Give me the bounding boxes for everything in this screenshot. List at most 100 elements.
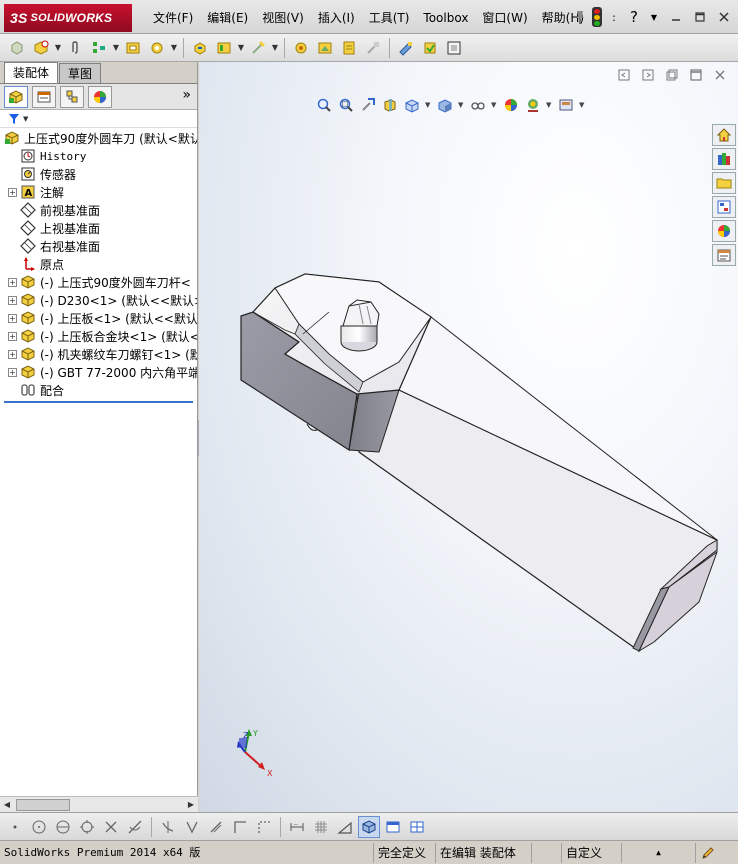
tree-item[interactable]: + (-) 上压式90度外圆车刀杆< (0, 273, 197, 291)
assembly-features-dropdown-icon[interactable]: ▼ (271, 43, 279, 52)
new-component-icon[interactable] (6, 37, 28, 59)
tree-item[interactable]: + (-) 上压板<1> (默认<<默认> (0, 309, 197, 327)
top-view-icon[interactable] (382, 816, 404, 838)
filter-icon[interactable] (8, 113, 22, 125)
instant3d-icon[interactable] (443, 37, 465, 59)
linear-pattern-icon[interactable] (122, 37, 144, 59)
assembly-features-icon[interactable] (247, 37, 269, 59)
tree-item[interactable]: +配合 (0, 381, 197, 399)
minimize-icon[interactable] (666, 8, 686, 26)
property-manager-icon[interactable] (32, 85, 56, 108)
tree-item[interactable]: +传感器 (0, 165, 197, 183)
help-icon[interactable]: ? (626, 8, 642, 26)
midpoint-icon[interactable] (205, 816, 227, 838)
menu-view[interactable]: 视图(V) (255, 0, 311, 34)
menu-tools[interactable]: 工具(T) (362, 0, 417, 34)
tree-item[interactable]: + (-) 机夹螺纹车刀螺钉<1> (默 (0, 345, 197, 363)
tree-horizontal-scrollbar[interactable]: ◀ ▶ (0, 796, 198, 812)
restore-icon[interactable] (690, 8, 710, 26)
plane-icon (20, 220, 36, 236)
show-hidden-dropdown-icon[interactable]: ▼ (237, 43, 245, 52)
scroll-right-icon[interactable]: ▶ (184, 798, 198, 812)
perpendicular-icon[interactable] (157, 816, 179, 838)
tree-item[interactable]: + (-) GBT 77-2000 内六角平端 (0, 363, 197, 381)
bill-of-materials-icon[interactable] (338, 37, 360, 59)
feature-manager-tree-icon[interactable] (4, 85, 28, 108)
more-tabs-button[interactable]: » (182, 87, 191, 103)
colon-dropdown-icon[interactable]: : (606, 9, 622, 25)
menu-file[interactable]: 文件(F) (146, 0, 200, 34)
tree-item[interactable]: +上视基准面 (0, 219, 197, 237)
tree-item[interactable]: + (-) 上压板合金块<1> (默认< (0, 327, 197, 345)
tree-item[interactable]: + A 注解 (0, 183, 197, 201)
tree-item[interactable]: + (-) D230<1> (默认<<默认>_显 (0, 291, 197, 309)
mate-toolbar-icon[interactable] (88, 37, 110, 59)
pin-icon[interactable] (572, 9, 588, 25)
close-icon[interactable] (714, 8, 734, 26)
circle-center-icon[interactable] (28, 816, 50, 838)
new-motion-study-icon[interactable] (314, 37, 336, 59)
scroll-left-icon[interactable]: ◀ (0, 798, 14, 812)
tree-item[interactable]: +右视基准面 (0, 237, 197, 255)
grid-icon[interactable] (310, 816, 332, 838)
mate-icon (20, 382, 36, 398)
point-icon[interactable] (4, 816, 26, 838)
fasteners-dropdown-icon[interactable]: ▼ (170, 43, 178, 52)
menu-insert[interactable]: 插入(I) (311, 0, 362, 34)
scroll-thumb[interactable] (16, 798, 70, 811)
ds-logo-mark: 3S (10, 10, 28, 26)
tree-item[interactable]: +History (0, 147, 197, 165)
status-pencil-icon[interactable] (696, 843, 734, 863)
tree-root-assembly[interactable]: 上压式90度外圆车刀 (默认<默认 (0, 129, 197, 147)
tiled-view-icon[interactable] (406, 816, 428, 838)
tab-assembly[interactable]: 装配体 (4, 62, 59, 83)
reference-geometry-icon[interactable] (290, 37, 312, 59)
menu-window[interactable]: 窗口(W) (475, 0, 534, 34)
tree-item[interactable]: +原点 (0, 255, 197, 273)
move-component-icon[interactable] (189, 37, 211, 59)
turning-tool-model[interactable] (199, 62, 738, 812)
exploded-view-icon[interactable] (362, 37, 384, 59)
interference-detection-icon[interactable] (395, 37, 417, 59)
tab-sketch[interactable]: 草图 (59, 63, 102, 83)
cross-icon[interactable] (100, 816, 122, 838)
smart-fasteners-icon[interactable] (146, 37, 168, 59)
menu-edit[interactable]: 编辑(E) (200, 0, 255, 34)
tree-expand-icon[interactable]: + (8, 367, 17, 377)
insert-component-icon[interactable] (30, 37, 52, 59)
corner-icon[interactable] (229, 816, 251, 838)
tree-expand-icon[interactable]: + (8, 313, 17, 323)
feature-filter-bar[interactable]: ▼ (0, 110, 197, 128)
centerpoint-circle-icon[interactable] (52, 816, 74, 838)
tangent-icon[interactable] (124, 816, 146, 838)
tree-expand-icon[interactable]: + (8, 187, 17, 197)
display-manager-icon[interactable] (88, 85, 112, 108)
graphics-area[interactable]: ▼ ▼ ▼ ▼ ▼ Z Y X (199, 62, 738, 812)
insert-component-dropdown-icon[interactable]: ▼ (54, 43, 62, 52)
tree-expand-icon[interactable]: + (8, 277, 17, 287)
configuration-manager-icon[interactable] (60, 85, 84, 108)
tree-rollback-bar[interactable] (4, 401, 193, 403)
tree-expand-icon[interactable]: + (8, 349, 17, 359)
help-dropdown-icon[interactable]: ▼ (646, 9, 662, 25)
filter-dropdown-icon[interactable]: ▼ (23, 115, 28, 123)
dimension-icon[interactable]: ⌐ (286, 816, 308, 838)
mate-dropdown-icon[interactable]: ▼ (112, 43, 120, 52)
solidworks-logo[interactable]: 3S SOLID WORKS (4, 4, 132, 32)
status-units[interactable]: 自定义 (562, 842, 622, 863)
tree-item[interactable]: +前视基准面 (0, 201, 197, 219)
quadrant-circle-icon[interactable] (76, 816, 98, 838)
rebuild-status-icon[interactable] (592, 7, 602, 27)
dashed-corner-icon[interactable] (253, 816, 275, 838)
paperclip-icon[interactable] (64, 37, 86, 59)
status-units-dropdown-icon[interactable]: ▲ (622, 842, 696, 863)
angle-icon[interactable] (334, 816, 356, 838)
status-editing: 在编辑 装配体 (436, 842, 532, 863)
show-hidden-icon[interactable] (213, 37, 235, 59)
tree-expand-icon[interactable]: + (8, 295, 17, 305)
3d-sketch-icon[interactable] (358, 815, 380, 838)
menu-toolbox[interactable]: Toolbox (416, 0, 475, 34)
parallel-icon[interactable] (181, 816, 203, 838)
clearance-verification-icon[interactable] (419, 37, 441, 59)
tree-expand-icon[interactable]: + (8, 331, 17, 341)
